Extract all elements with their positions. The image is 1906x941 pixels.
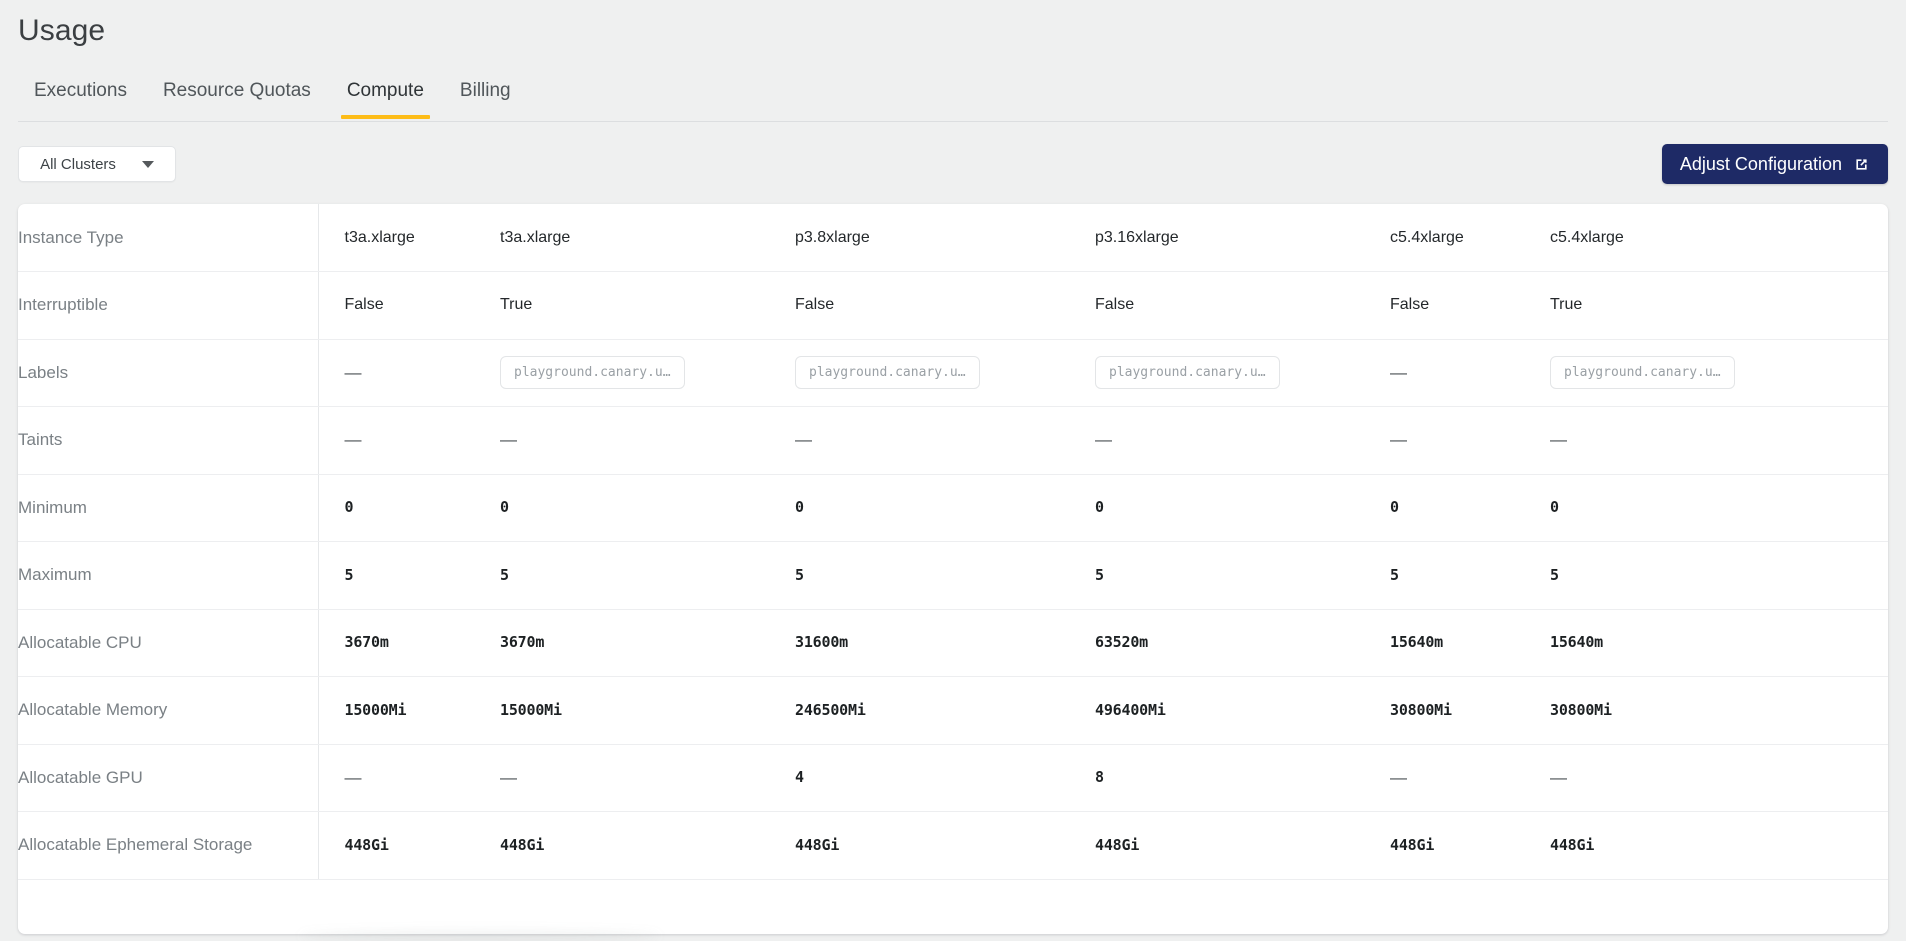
table-row: Interruptible False True False False Fal…	[18, 271, 1888, 340]
table-row: Instance Type t3a.xlarge t3a.xlarge p3.8…	[18, 204, 1888, 272]
cell-allocatable-gpu: —	[500, 767, 517, 787]
row-label-allocatable-memory: Allocatable Memory	[18, 676, 319, 745]
toolbar: All Clusters Adjust Configuration	[0, 140, 1906, 196]
label-chip[interactable]: playground.canary.u…	[1550, 356, 1735, 390]
cell-taints: —	[1095, 430, 1112, 450]
cell-instance-type: c5.4xlarge	[1390, 228, 1464, 246]
label-chip[interactable]: playground.canary.u…	[795, 356, 980, 390]
cell-allocatable-ephemeral-storage: 448Gi	[795, 835, 840, 854]
cell-labels-empty: —	[344, 362, 362, 382]
external-link-icon	[1856, 158, 1867, 170]
cell-allocatable-memory: 246500Mi	[795, 700, 866, 719]
cell-taints: —	[1390, 430, 1407, 450]
table-row: Allocatable CPU 3670m 3670m 31600m 63520…	[18, 609, 1888, 677]
row-label-instance-type: Instance Type	[18, 204, 319, 272]
page-title: Usage	[18, 14, 106, 47]
cell-instance-type: p3.8xlarge	[795, 228, 870, 246]
cell-instance-type: p3.16xlarge	[1095, 228, 1179, 246]
compute-config-card: Instance Type t3a.xlarge t3a.xlarge p3.8…	[18, 204, 1888, 934]
row-label-interruptible: Interruptible	[18, 271, 319, 340]
cell-interruptible: True	[500, 296, 533, 314]
table-row: Allocatable Ephemeral Storage 448Gi 448G…	[18, 811, 1888, 880]
cell-minimum: 0	[1390, 498, 1399, 517]
table-row: Labels — playground.canary.u… playground…	[18, 339, 1888, 407]
cell-interruptible: False	[795, 296, 835, 314]
cell-allocatable-gpu: 4	[795, 768, 804, 787]
cell-allocatable-cpu: 31600m	[795, 633, 848, 652]
row-label-allocatable-gpu: Allocatable GPU	[18, 744, 319, 812]
cell-allocatable-memory: 496400Mi	[1095, 700, 1166, 719]
cell-maximum: 5	[795, 565, 804, 584]
cell-allocatable-gpu: —	[1390, 767, 1407, 787]
row-label-labels: Labels	[18, 339, 319, 407]
cell-allocatable-cpu: 3670m	[500, 633, 545, 652]
tab-resource-quotas[interactable]: Resource Quotas	[145, 78, 329, 118]
cell-allocatable-ephemeral-storage: 448Gi	[1390, 835, 1435, 854]
cell-maximum: 5	[1095, 565, 1104, 584]
cell-allocatable-cpu: 15640m	[1550, 633, 1603, 652]
cell-minimum: 0	[500, 498, 509, 517]
cell-allocatable-memory: 30800Mi	[1390, 700, 1452, 719]
cell-taints: —	[344, 430, 362, 450]
cell-allocatable-ephemeral-storage: 448Gi	[500, 835, 545, 854]
cell-interruptible: False	[344, 296, 384, 314]
chevron-down-icon	[141, 160, 154, 168]
tab-billing[interactable]: Billing	[442, 78, 529, 118]
cell-allocatable-ephemeral-storage: 448Gi	[1095, 835, 1140, 854]
cluster-filter-value: All Clusters	[40, 155, 116, 173]
cell-minimum: 0	[1095, 498, 1104, 517]
cell-minimum: 0	[344, 498, 354, 517]
cell-taints: —	[795, 430, 812, 450]
cell-minimum: 0	[1550, 498, 1559, 517]
cell-allocatable-memory: 15000Mi	[344, 700, 407, 719]
table-row: Allocatable GPU — — 4 8 — —	[18, 744, 1888, 812]
cell-allocatable-cpu: 63520m	[1095, 633, 1148, 652]
adjust-configuration-label: Adjust Configuration	[1679, 153, 1842, 174]
tab-bar: Executions Resource Quotas Compute Billi…	[18, 78, 1888, 122]
cell-maximum: 5	[1550, 565, 1559, 584]
cell-allocatable-gpu: 8	[1095, 768, 1104, 787]
usage-compute-page: Usage Executions Resource Quotas Compute…	[0, 0, 1906, 941]
cell-maximum: 5	[344, 565, 354, 584]
cell-instance-type: c5.4xlarge	[1550, 228, 1624, 246]
cell-labels-empty: —	[1390, 362, 1407, 382]
row-label-minimum: Minimum	[18, 474, 319, 542]
cell-allocatable-cpu: 15640m	[1390, 633, 1443, 652]
label-chip[interactable]: playground.canary.u…	[1095, 356, 1280, 390]
table-row: Allocatable Memory 15000Mi 15000Mi 24650…	[18, 676, 1888, 745]
row-label-maximum: Maximum	[18, 541, 319, 610]
cell-allocatable-cpu: 3670m	[344, 633, 389, 652]
cell-allocatable-gpu: —	[344, 767, 362, 787]
cell-maximum: 5	[1390, 565, 1399, 584]
table-row: Taints — — — — — —	[18, 406, 1888, 475]
row-label-taints: Taints	[18, 406, 319, 475]
row-label-allocatable-cpu: Allocatable CPU	[18, 609, 319, 677]
cell-allocatable-ephemeral-storage: 448Gi	[1550, 835, 1595, 854]
tab-executions[interactable]: Executions	[18, 78, 145, 118]
table-row: Maximum 5 5 5 5 5 5	[18, 541, 1888, 610]
cell-interruptible: True	[1550, 296, 1583, 314]
page-bottom-shadow	[300, 931, 660, 941]
tab-compute[interactable]: Compute	[329, 78, 442, 119]
cell-allocatable-memory: 15000Mi	[500, 700, 562, 719]
cell-interruptible: False	[1390, 296, 1430, 314]
table-row: Minimum 0 0 0 0 0 0	[18, 474, 1888, 542]
row-label-allocatable-ephemeral-storage: Allocatable Ephemeral Storage	[18, 811, 319, 880]
cell-instance-type: t3a.xlarge	[344, 228, 415, 246]
cell-instance-type: t3a.xlarge	[500, 228, 571, 246]
label-chip[interactable]: playground.canary.u…	[500, 356, 685, 390]
cell-taints: —	[500, 430, 517, 450]
cell-allocatable-gpu: —	[1550, 767, 1567, 787]
cell-taints: —	[1550, 430, 1567, 450]
cell-minimum: 0	[795, 498, 804, 517]
compute-table: Instance Type t3a.xlarge t3a.xlarge p3.8…	[18, 204, 1888, 880]
adjust-configuration-button[interactable]: Adjust Configuration	[1661, 144, 1888, 184]
cell-maximum: 5	[500, 565, 509, 584]
cell-allocatable-memory: 30800Mi	[1550, 700, 1612, 719]
cluster-filter-dropdown[interactable]: All Clusters	[18, 146, 176, 182]
cell-allocatable-ephemeral-storage: 448Gi	[344, 835, 389, 854]
cell-interruptible: False	[1095, 296, 1135, 314]
